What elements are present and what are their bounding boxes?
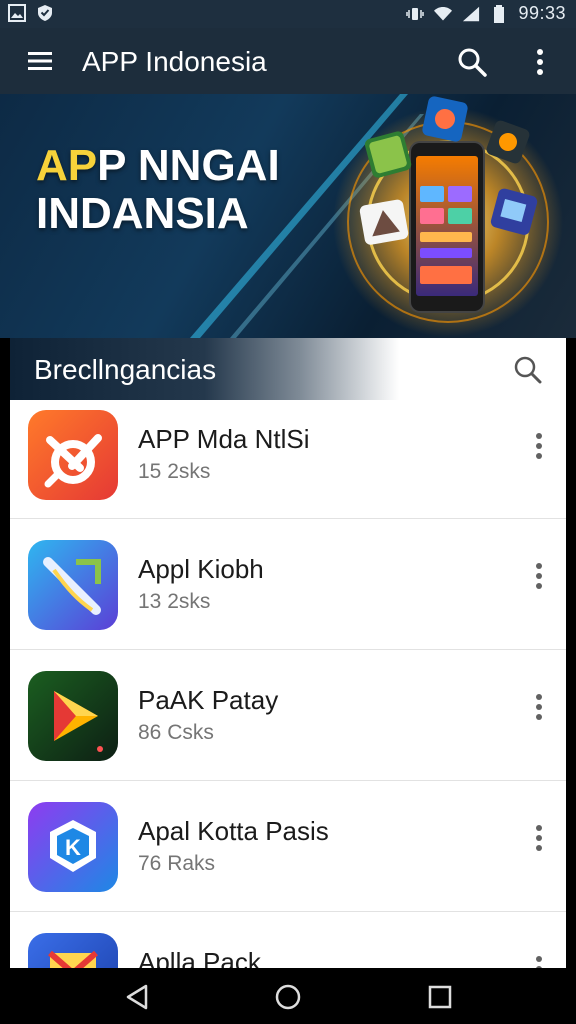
status-bar: 99:33 <box>0 0 576 28</box>
banner-title-line2: INDANSIA <box>36 189 249 238</box>
app-icon: K <box>28 802 118 892</box>
signal-icon <box>462 5 480 23</box>
recents-icon[interactable] <box>423 980 457 1014</box>
search-icon[interactable] <box>512 354 544 386</box>
list-item[interactable]: PaAK Patay 86 Csks <box>10 649 566 781</box>
app-icon <box>28 540 118 630</box>
promo-banner[interactable]: APP NNGAI INDANSIA <box>0 94 576 338</box>
search-icon[interactable] <box>456 46 488 78</box>
hamburger-menu-icon[interactable] <box>26 48 60 74</box>
list-header-title: Brecllngancias <box>34 354 217 385</box>
app-title: APP Indonesia <box>82 46 267 77</box>
more-vert-icon[interactable] <box>528 689 550 729</box>
app-name: Appl Kiobh <box>138 554 264 584</box>
svg-text:K: K <box>65 835 81 860</box>
more-vert-icon[interactable] <box>528 558 550 598</box>
home-icon[interactable] <box>271 980 305 1014</box>
list-item[interactable]: Appl Kiobh 13 2sks <box>10 518 566 650</box>
wifi-icon <box>434 5 453 23</box>
app-name: PaAK Patay <box>138 685 279 715</box>
banner-title: APP NNGAI INDANSIA <box>36 142 280 238</box>
list-item[interactable]: Aplla Pack <box>10 911 566 968</box>
app-icon <box>28 933 118 968</box>
vibrate-icon <box>406 5 425 23</box>
app-size: 13 2sks <box>138 590 211 613</box>
back-icon[interactable] <box>120 980 154 1014</box>
app-name: APP Mda NtlSi <box>138 424 310 454</box>
system-nav-bar <box>0 968 576 1024</box>
clock: 99:33 <box>518 3 566 23</box>
app-name: Apal Kotta Pasis <box>138 816 329 846</box>
app-name: Aplla Pack <box>138 947 261 968</box>
vpn-shield-icon <box>36 4 54 22</box>
app-size: 15 2sks <box>138 460 211 483</box>
app-icon <box>28 671 118 761</box>
app-bar: APP Indonesia <box>0 28 576 94</box>
battery-icon <box>490 4 508 23</box>
app-size: 76 Raks <box>138 852 216 875</box>
app-icon <box>28 410 118 500</box>
list-item[interactable]: APP Mda NtlSi 15 2sks <box>10 400 566 519</box>
more-vert-icon[interactable] <box>528 951 550 968</box>
more-vert-icon[interactable] <box>528 46 552 78</box>
list-header: Brecllngancias <box>10 338 566 400</box>
banner-title-line1: P NNGAI <box>97 141 280 190</box>
list-item[interactable]: K Apal Kotta Pasis 76 Raks <box>10 780 566 912</box>
app-list-panel: Brecllngancias APP Mda NtlSi 15 2sks App… <box>10 338 566 968</box>
gallery-icon <box>8 4 26 22</box>
more-vert-icon[interactable] <box>528 820 550 860</box>
banner-title-highlight: AP <box>36 141 98 190</box>
more-vert-icon[interactable] <box>528 428 550 468</box>
app-size: 86 Csks <box>138 721 214 744</box>
